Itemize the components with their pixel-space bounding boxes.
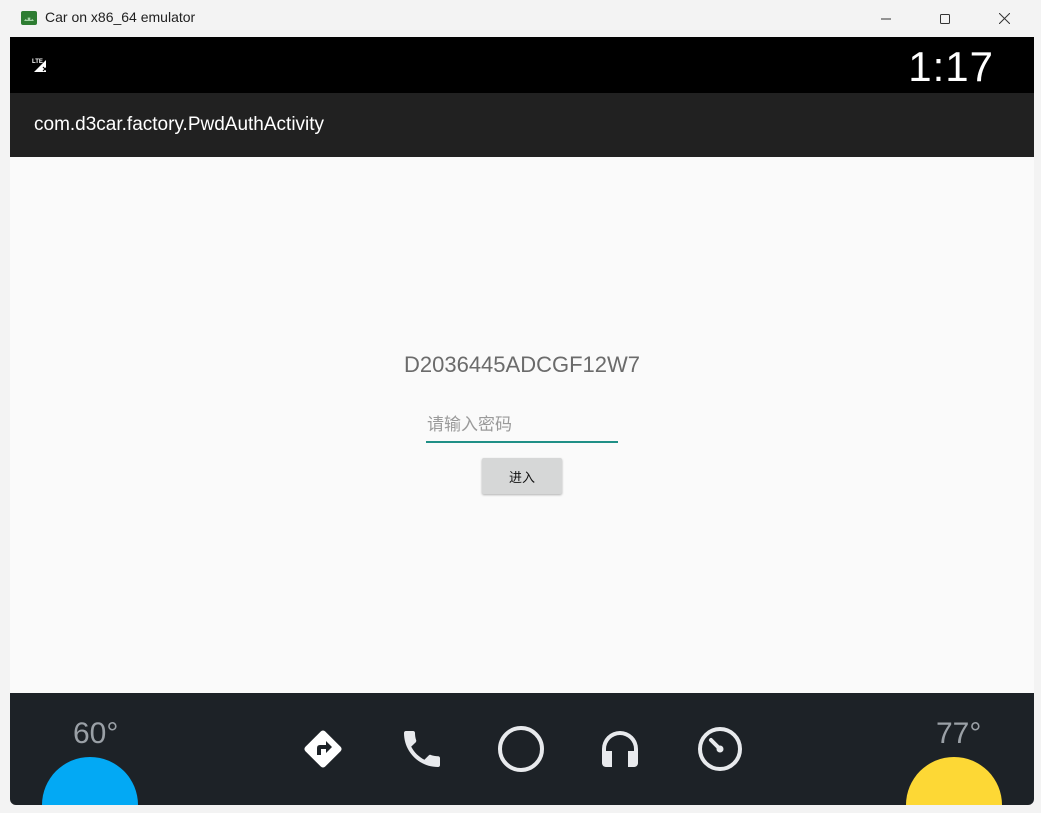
hvac-left-circle[interactable] — [42, 757, 138, 805]
music-button[interactable] — [594, 723, 646, 775]
phone-button[interactable] — [396, 723, 448, 775]
maximize-button[interactable] — [922, 0, 968, 37]
close-icon — [998, 13, 1010, 24]
android-app-icon — [21, 10, 37, 25]
activity-title: com.d3car.factory.PwdAuthActivity — [34, 114, 325, 135]
car-nav-bar: 60° 77° — [10, 693, 1034, 805]
home-button[interactable] — [495, 723, 547, 775]
pwd-auth-content: D2036445ADCGF12W7 进入 — [10, 157, 1034, 693]
hvac-right-circle[interactable] — [906, 757, 1002, 805]
window-title: Car on x86_64 emulator — [45, 9, 196, 25]
temperature-right[interactable]: 77° — [936, 717, 981, 751]
signal-label: LTE — [32, 59, 43, 65]
maps-button[interactable] — [297, 723, 349, 775]
close-button[interactable] — [981, 0, 1027, 37]
maximize-icon — [940, 13, 950, 24]
dashboard-button[interactable] — [694, 723, 746, 775]
lte-no-signal-icon: LTE — [32, 57, 52, 73]
action-bar: com.d3car.factory.PwdAuthActivity — [10, 93, 1034, 157]
phone-icon — [404, 731, 440, 767]
headphones-icon — [602, 731, 638, 767]
enter-button[interactable]: 进入 — [482, 458, 562, 494]
home-circle-icon — [498, 726, 544, 772]
status-clock: 1:17 — [908, 43, 994, 90]
maps-navigation-icon — [304, 730, 342, 768]
window-titlebar[interactable]: Car on x86_64 emulator — [0, 0, 1041, 37]
minimize-icon — [881, 18, 891, 19]
dashboard-gauge-icon — [698, 727, 742, 771]
temperature-left[interactable]: 60° — [73, 717, 118, 751]
status-bar: LTE 1:17 — [10, 37, 1034, 93]
emulator-screen[interactable]: LTE 1:17 com.d3car.factory.PwdAuthActivi… — [10, 37, 1034, 805]
minimize-button[interactable] — [863, 0, 909, 37]
device-id-label: D2036445ADCGF12W7 — [403, 352, 640, 377]
emulator-window: Car on x86_64 emulator LTE 1:17 com.d3ca… — [0, 0, 1041, 813]
password-input[interactable] — [426, 409, 618, 443]
